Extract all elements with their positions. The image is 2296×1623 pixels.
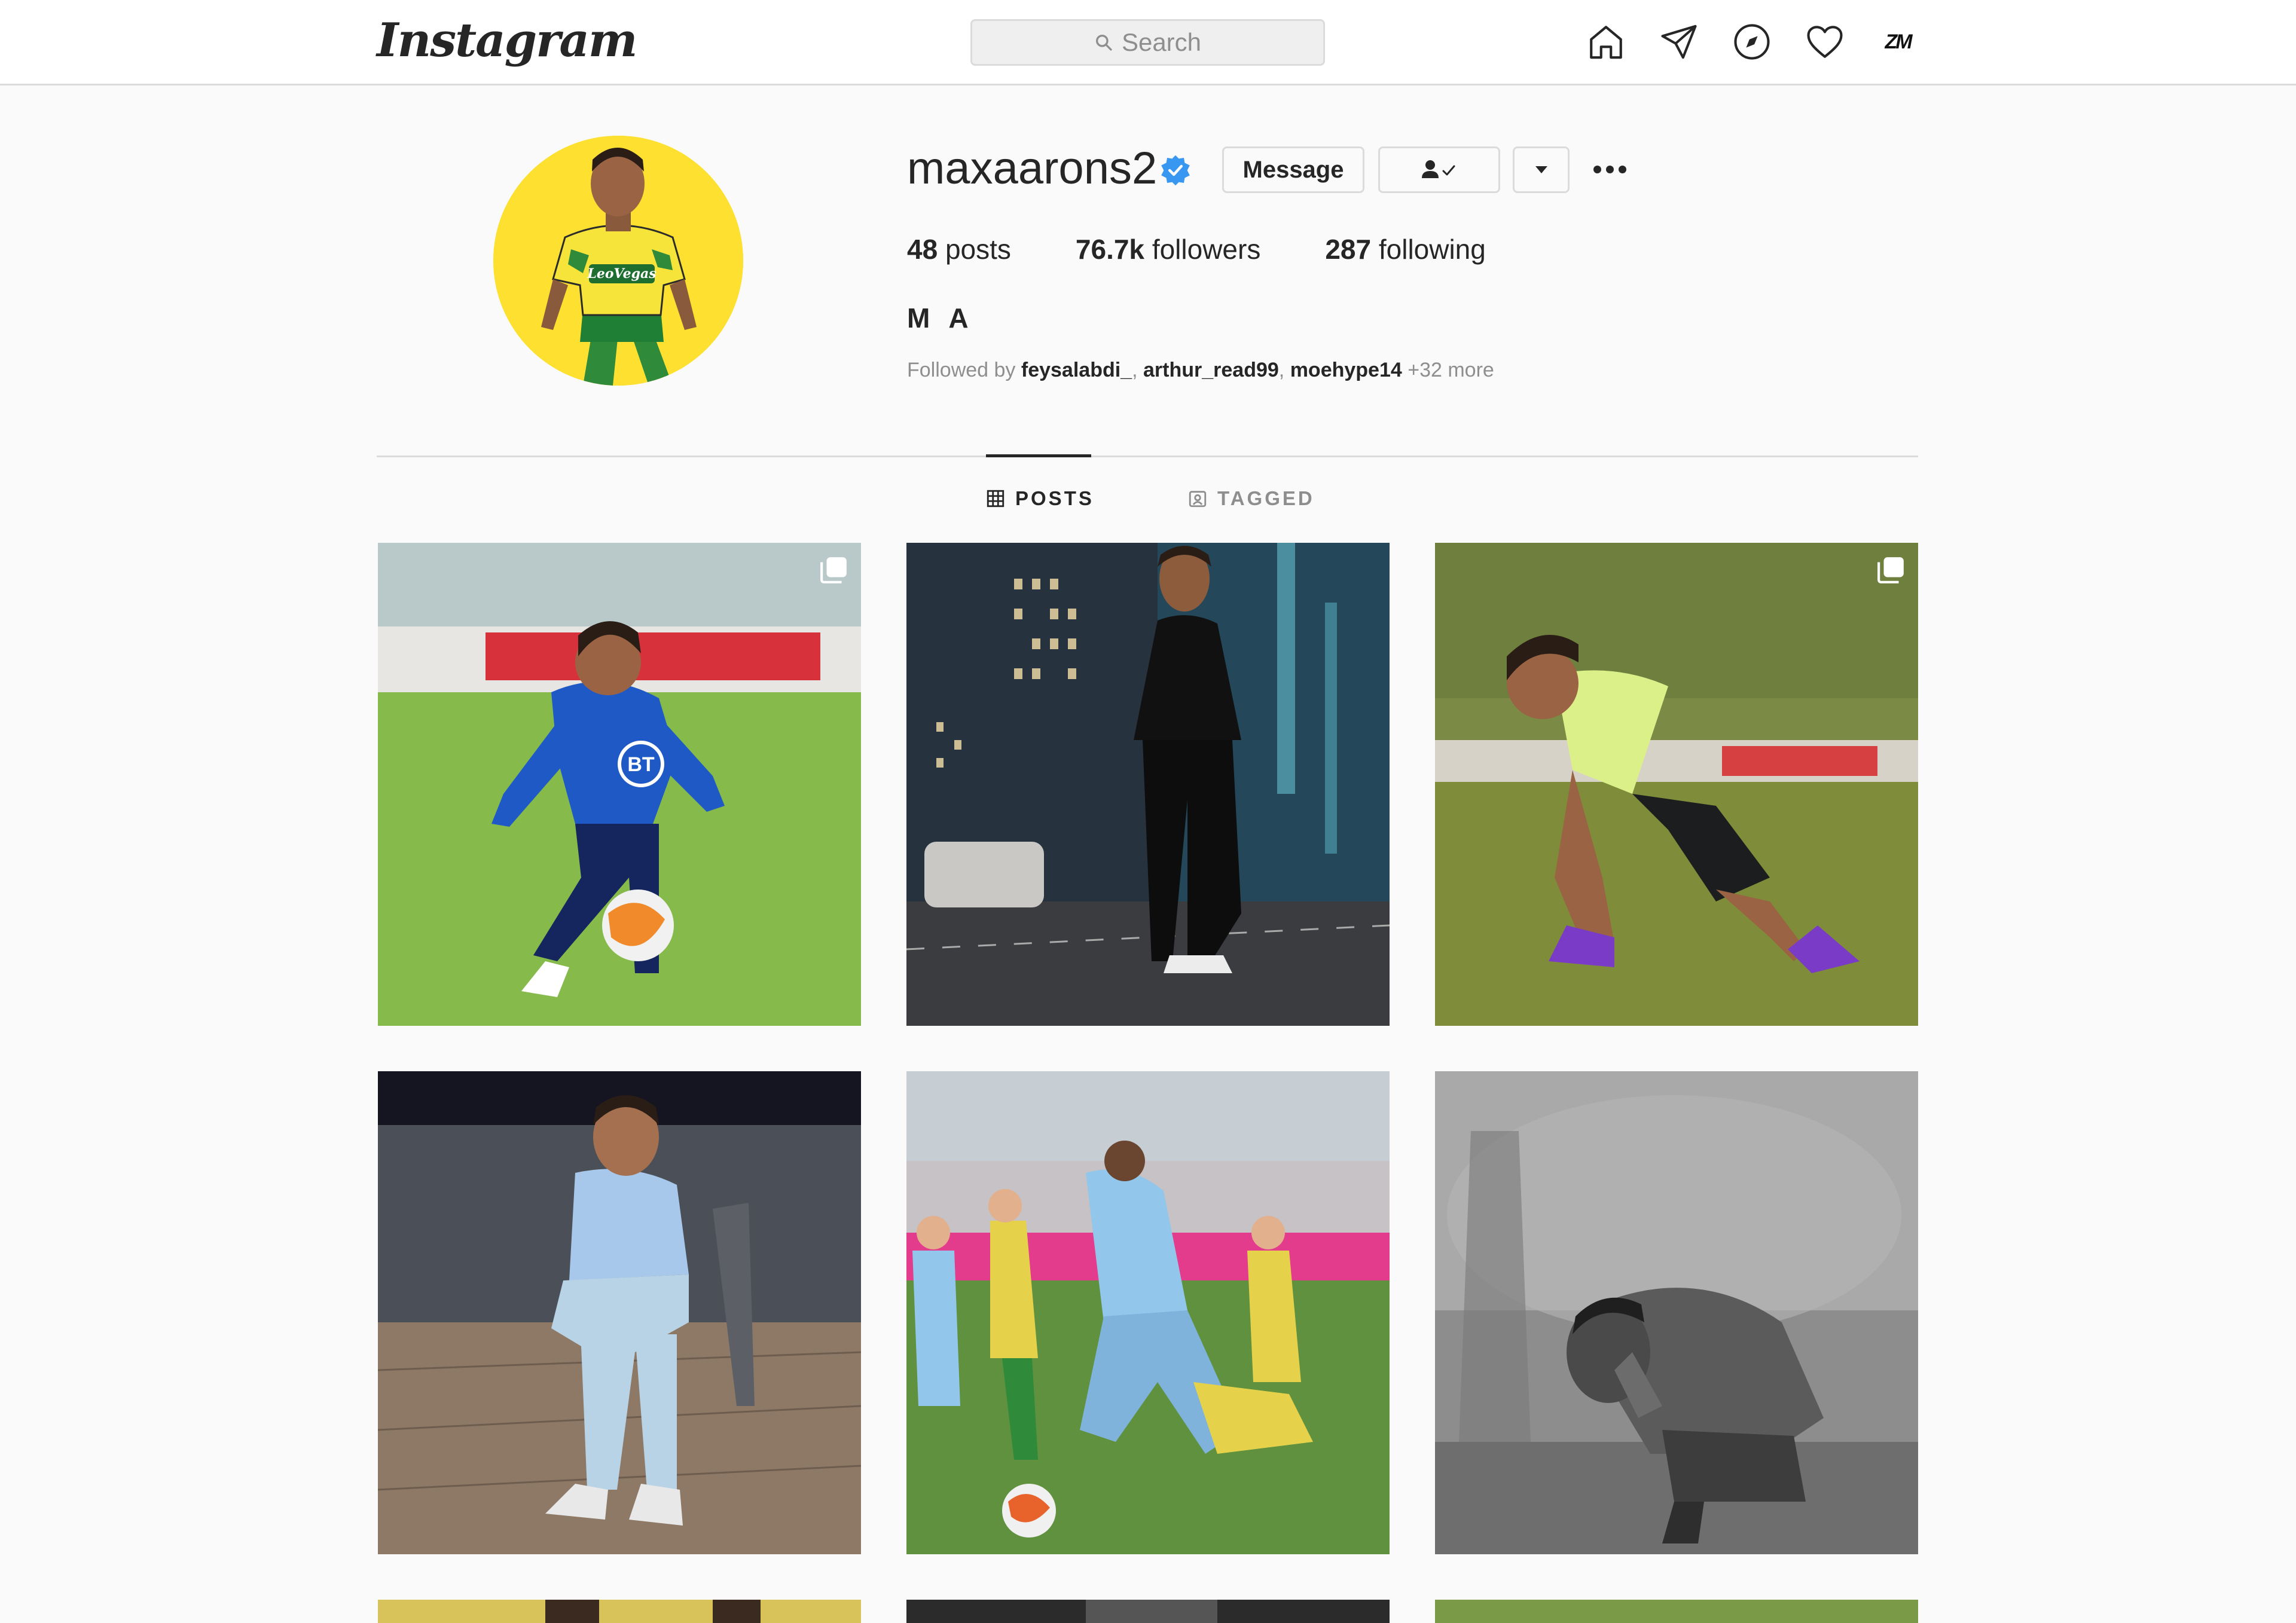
- profile-full-name: M A: [907, 302, 975, 334]
- triangle-down-icon: [1535, 166, 1547, 173]
- profile-avatar-icon[interactable]: ZM: [1877, 22, 1918, 62]
- message-button[interactable]: Message: [1222, 146, 1364, 193]
- suggested-dropdown-button[interactable]: [1513, 146, 1570, 193]
- post-tile[interactable]: [1435, 543, 1918, 1026]
- following-button[interactable]: [1378, 146, 1500, 193]
- post-image: [1435, 543, 1918, 1026]
- follower-name[interactable]: arthur_read99: [1143, 359, 1279, 381]
- dot: [1593, 165, 1601, 173]
- verified-badge-icon: [1161, 155, 1190, 186]
- post-image: [1435, 1071, 1918, 1554]
- svg-text:LeoVegas: LeoVegas: [587, 266, 656, 282]
- post-image: [906, 1600, 1390, 1623]
- post-image: [906, 543, 1390, 1026]
- dot: [1605, 165, 1614, 173]
- tabs-divider: [377, 456, 1918, 457]
- multiple-photos-icon: [1877, 557, 1904, 583]
- search-icon: [1095, 35, 1112, 51]
- tab-tagged[interactable]: TAGGED: [1187, 487, 1315, 510]
- more-options-button[interactable]: [1590, 154, 1629, 184]
- svg-text:BT: BT: [627, 753, 655, 776]
- nav-icons: ZM: [1586, 22, 1918, 62]
- search-placeholder: Search: [1121, 28, 1202, 56]
- following-stat[interactable]: 287 following: [1325, 233, 1486, 265]
- profile-stats: 48 posts 76.7k followers 287 following: [907, 233, 1486, 265]
- post-image: [378, 1071, 861, 1554]
- post-tile[interactable]: [1435, 1071, 1918, 1554]
- activity-heart-icon[interactable]: [1805, 22, 1845, 62]
- user-check-icon: [1422, 160, 1455, 178]
- follower-name[interactable]: moehype14: [1290, 359, 1402, 381]
- posts-stat: 48 posts: [907, 234, 1011, 265]
- dot: [1618, 165, 1626, 173]
- active-tab-indicator: [986, 454, 1091, 457]
- post-image: [906, 1071, 1390, 1554]
- home-icon[interactable]: [1586, 22, 1626, 62]
- profile-username: maxaarons2: [907, 143, 1158, 194]
- followers-stat[interactable]: 76.7k followers: [1076, 233, 1260, 265]
- post-tile[interactable]: [906, 543, 1390, 1026]
- profile-picture[interactable]: LeoVegas: [493, 136, 743, 386]
- tagged-user-icon: [1189, 491, 1207, 508]
- search-input[interactable]: Search: [970, 19, 1325, 66]
- post-tile[interactable]: [1435, 1600, 1918, 1623]
- post-tile[interactable]: BT: [378, 543, 861, 1026]
- post-image: BT: [378, 543, 861, 1026]
- direct-icon[interactable]: [1659, 22, 1699, 62]
- post-image: [378, 1600, 861, 1623]
- post-tile[interactable]: [378, 1071, 861, 1554]
- post-tile[interactable]: [906, 1600, 1390, 1623]
- post-tile[interactable]: [378, 1600, 861, 1623]
- followed-by-text[interactable]: Followed by feysalabdi_, arthur_read99, …: [907, 359, 1494, 382]
- post-image: [1435, 1600, 1918, 1623]
- multiple-photos-icon: [820, 557, 847, 583]
- follower-name[interactable]: feysalabdi_: [1021, 359, 1132, 381]
- top-navigation-bar: Instagram Search ZM: [0, 0, 2296, 85]
- instagram-logo[interactable]: Instagram: [377, 13, 637, 68]
- tab-posts[interactable]: POSTS: [985, 487, 1094, 510]
- more-followers[interactable]: +32 more: [1407, 359, 1494, 381]
- grid-icon: [987, 490, 1004, 508]
- post-tile[interactable]: [906, 1071, 1390, 1554]
- explore-icon[interactable]: [1732, 22, 1772, 62]
